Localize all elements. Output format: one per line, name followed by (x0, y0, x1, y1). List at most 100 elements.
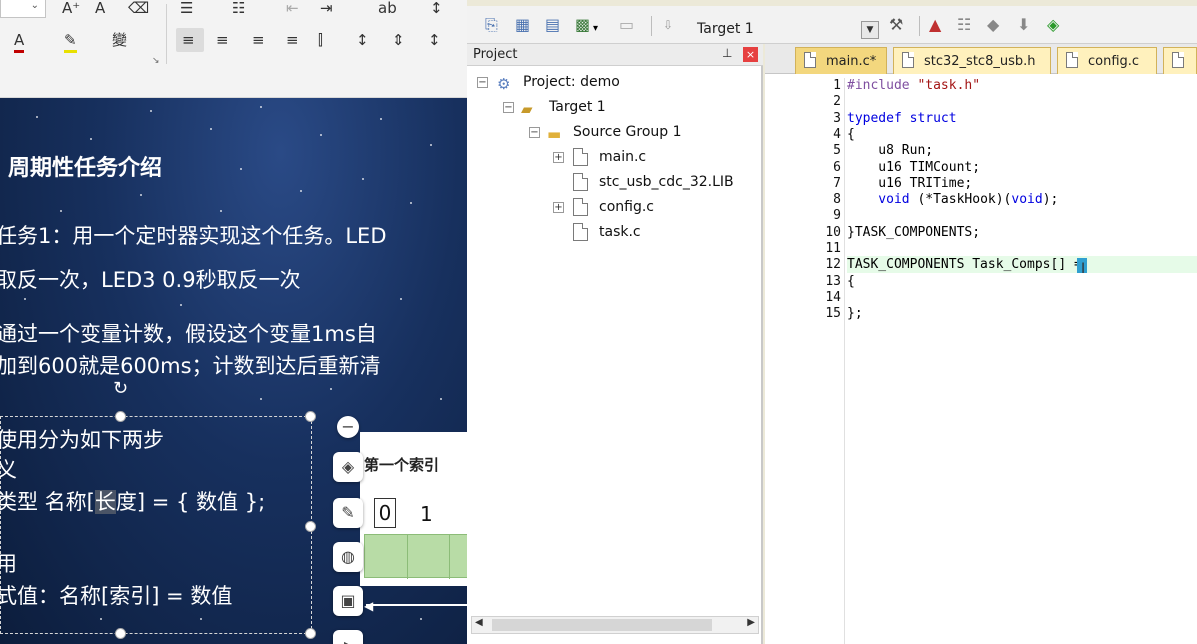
code-line-13: { (847, 273, 855, 289)
phonetic-button[interactable]: ab (378, 0, 397, 18)
line-number: 3 (833, 110, 841, 126)
tree-node-config-c[interactable]: + config.c (553, 196, 753, 218)
tree-node-lib[interactable]: stc_usb_cdc_32.LIB (553, 171, 753, 193)
grow-font-button[interactable]: A⁺ (62, 0, 80, 18)
distributed-button[interactable]: ⫿ (318, 30, 323, 50)
decrease-indent-button[interactable]: ⇤ (286, 0, 299, 18)
batch-build-icon[interactable]: ▤ (545, 16, 560, 34)
file-extensions-icon[interactable]: ☷ (957, 16, 971, 34)
runtime-environment-icon[interactable]: ◈ (1047, 16, 1059, 34)
align-left-button[interactable]: ≡ (182, 30, 195, 50)
file-icon (573, 198, 588, 216)
line-number: 5 (833, 143, 841, 159)
stop-build-icon[interactable]: ▭ (619, 16, 634, 34)
clear-format-button[interactable]: ⌫ (128, 0, 149, 18)
array-diagram[interactable]: 第一个索引 0 1 (360, 432, 467, 586)
code-token: ); (1042, 192, 1059, 208)
expand-icon[interactable]: + (553, 152, 564, 163)
dropdown-arrow-icon[interactable]: ▾ (593, 20, 598, 38)
rebuild-icon[interactable]: ▦ (515, 16, 530, 34)
manage-components-icon[interactable]: ▲ (929, 16, 941, 34)
pin-icon[interactable]: ⊥ (722, 46, 732, 60)
rotate-handle-icon[interactable]: ↻ (113, 378, 128, 399)
scroll-left-icon[interactable]: ◀ (475, 617, 483, 628)
code-line-6: u16 TIMCount; (847, 159, 981, 175)
code-editor[interactable]: #include "task.h" typedef struct { u8 Ru… (847, 78, 1197, 644)
line-number: 15 (825, 306, 841, 322)
char-border-button[interactable]: 變 (112, 30, 127, 50)
tab-config-c[interactable]: config.c (1057, 47, 1157, 74)
resize-handle[interactable] (305, 521, 316, 532)
align-right-button[interactable]: ≡ (252, 30, 265, 50)
project-panel-header: Project ⊥ × (467, 44, 763, 66)
dialog-launcher-icon[interactable]: ↘ (152, 56, 160, 66)
close-icon[interactable]: × (743, 47, 758, 62)
bullets-button[interactable]: ☰ (180, 0, 193, 18)
code-line-10: }TASK_COMPONENTS; (847, 224, 981, 240)
align-center-button[interactable]: ≡ (216, 30, 229, 50)
highlight-button[interactable]: ✎ (64, 30, 77, 53)
para-spacing-button[interactable]: ⇕ (392, 30, 405, 50)
scroll-right-icon[interactable]: ▶ (747, 617, 755, 628)
load-icon[interactable]: ⇩ (663, 16, 673, 34)
resize-handle[interactable] (305, 411, 316, 422)
diamond-icon[interactable]: ◆ (987, 16, 999, 34)
tree-node-project[interactable]: − ⚙ Project: demo (477, 71, 747, 93)
tree-node-main-c[interactable]: + main.c (553, 146, 753, 168)
collapse-icon[interactable]: − (529, 127, 540, 138)
frame-icon[interactable]: ▣ (333, 586, 363, 616)
expand-icon[interactable]: + (553, 202, 564, 213)
line-spacing-button[interactable]: ↕ (356, 30, 369, 50)
file-icon (804, 52, 816, 68)
slide-text-line-1: 任务1：用一个定时器实现这个任务。LED (0, 224, 387, 248)
code-line-15: }; (847, 306, 863, 322)
shrink-font-button[interactable]: A (95, 0, 105, 18)
box-line-3-part-b: 度] = { 数值 }; (115, 490, 266, 514)
project-panel-title: Project (473, 47, 518, 62)
tree-node-source-group[interactable]: − ▬ Source Group 1 (529, 121, 759, 143)
tree-node-target[interactable]: − ▰ Target 1 (503, 96, 753, 118)
build-icon[interactable]: ⎘ (485, 16, 498, 34)
options-wand-icon[interactable]: ⚒ (889, 16, 903, 34)
font-size-combo[interactable]: ⌄ (0, 0, 46, 18)
tab-stc32-usb-h[interactable]: stc32_stc8_usb.h (893, 47, 1051, 74)
screen: ⌄ A⁺ A ⌫ ☰ ☷ ⇤ ⇥ ab ↕ A ✎ 變 ↘ ≡ ≡ ≡ ≡ ⫿ … (0, 0, 1197, 644)
box-line-3-part-a: 类型 名称[ (0, 490, 95, 514)
collapse-icon[interactable]: − (477, 77, 488, 88)
more-spacing-button[interactable]: ↕ (428, 30, 441, 50)
numbering-button[interactable]: ☷ (232, 0, 245, 18)
tab-partial[interactable] (1163, 47, 1197, 74)
slide-canvas[interactable]: 周期性任务介绍 任务1：用一个定时器实现这个任务。LED 取反一次，LED3 0… (0, 98, 467, 644)
tree-node-task-c[interactable]: task.c (553, 221, 753, 243)
scroll-thumb[interactable] (492, 619, 712, 631)
code-line-7: u16 TRITime; (847, 175, 973, 191)
target-select-arrow-icon[interactable]: ▼ (861, 21, 879, 39)
tree-label: Source Group 1 (573, 124, 682, 140)
code-line-1: #include "task.h" (847, 78, 980, 94)
resize-handle[interactable] (115, 628, 126, 639)
sort-button[interactable]: ↕ (430, 0, 443, 18)
resize-handle[interactable] (115, 411, 126, 422)
pack-installer-icon[interactable]: ⬇ (1017, 16, 1030, 34)
brush-icon[interactable]: ✎ (333, 498, 363, 528)
code-line-3: typedef struct (847, 110, 957, 126)
translate-icon[interactable]: ▩ (575, 16, 590, 34)
justify-button[interactable]: ≡ (286, 30, 299, 50)
collapse-icon[interactable]: − (337, 416, 359, 438)
tree-label: Target 1 (549, 99, 606, 115)
font-color-button[interactable]: A (14, 30, 25, 53)
tab-main-c[interactable]: main.c* (795, 47, 887, 74)
fill-icon[interactable]: ◍ (333, 542, 363, 572)
target-select[interactable]: Target 1 (697, 18, 881, 40)
layers-icon[interactable]: ◈ (333, 452, 363, 482)
increase-indent-button[interactable]: ⇥ (320, 0, 333, 18)
resize-handle[interactable] (305, 628, 316, 639)
collapse-icon[interactable]: − (503, 102, 514, 113)
more-icon[interactable]: ▸ (333, 630, 363, 644)
tree-label: Project: demo (523, 74, 620, 90)
box-line-5: 式值：名称[索引] = 数值 (0, 584, 233, 608)
code-token: void (1011, 192, 1043, 208)
line-number: 10 (825, 224, 841, 240)
code-line-4: { (847, 126, 855, 142)
horizontal-scrollbar[interactable]: ◀ ▶ (471, 616, 759, 634)
